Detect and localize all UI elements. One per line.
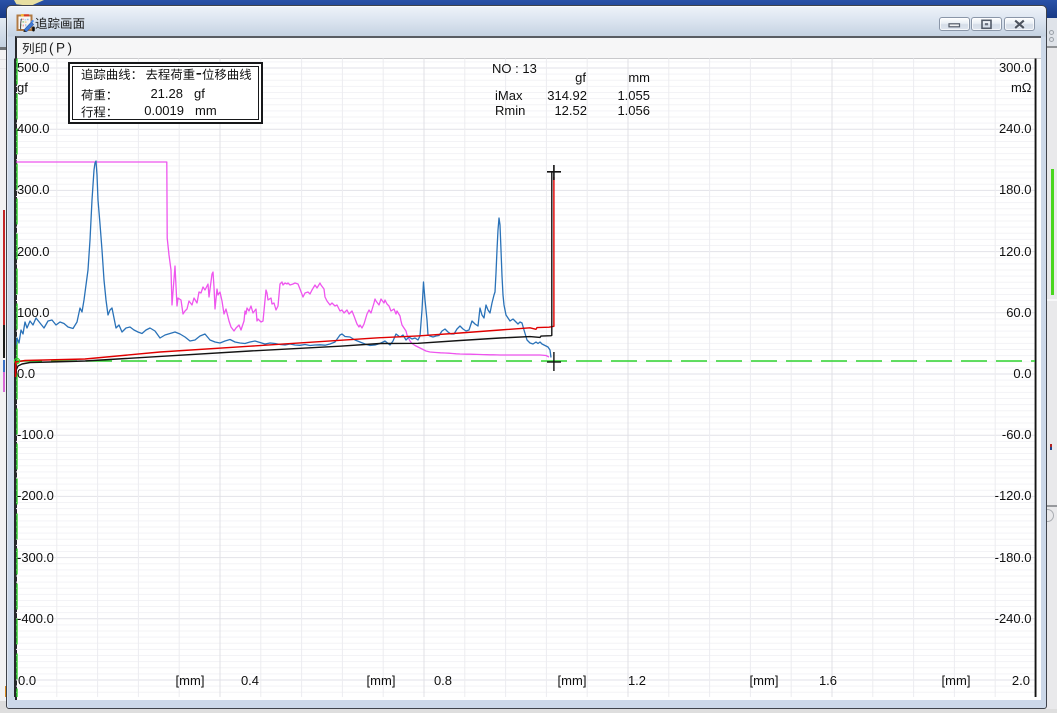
svg-text:(P): (P) xyxy=(49,41,75,56)
